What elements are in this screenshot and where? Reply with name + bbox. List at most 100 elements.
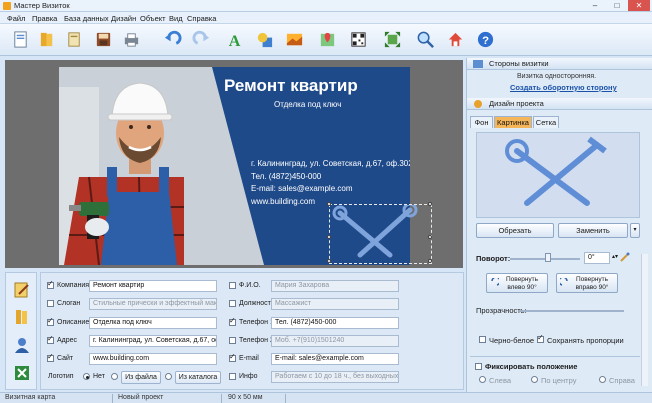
resize-handle[interactable] xyxy=(327,235,331,239)
menu-help[interactable]: Справка xyxy=(187,14,216,23)
card-address[interactable]: г. Калининград, ул. Советская, д.67, оф.… xyxy=(251,159,410,168)
info-input[interactable]: Работаем с 10 до 18 ч., без выходных xyxy=(271,371,399,383)
sides-section-header[interactable]: Стороны визитки xyxy=(467,58,652,70)
pos-center-radio[interactable] xyxy=(531,376,538,383)
close-button[interactable]: ✕ xyxy=(628,0,650,11)
palette-icon xyxy=(474,100,482,108)
menu-object[interactable]: Объект xyxy=(140,14,166,23)
publish-icon[interactable] xyxy=(444,28,466,50)
company-input[interactable]: Ремонт квартир xyxy=(89,280,217,292)
pos-center-label: По центру xyxy=(541,376,577,385)
resize-handle[interactable] xyxy=(327,259,331,263)
logo-file-radio[interactable] xyxy=(111,373,118,380)
resize-handle[interactable] xyxy=(327,202,331,206)
minimize-button[interactable]: – xyxy=(584,0,606,11)
card-phone[interactable]: Тел. (4872)450-000 xyxy=(251,172,321,181)
menu-database[interactable]: База данных xyxy=(64,14,109,23)
company-checkbox[interactable] xyxy=(47,279,54,289)
phone1-checkbox[interactable] xyxy=(229,316,236,326)
pos-right-radio[interactable] xyxy=(599,376,606,383)
create-back-link[interactable]: Создать оборотную сторону xyxy=(510,83,617,92)
slogan-checkbox[interactable] xyxy=(47,300,54,307)
logo-from-file-button[interactable]: Из файла xyxy=(121,371,161,384)
resize-handle[interactable] xyxy=(428,235,432,239)
phone1-input[interactable]: Тел. (4872)450-000 xyxy=(271,317,399,329)
logo-from-catalog-button[interactable]: Из каталога xyxy=(175,371,221,384)
rotation-slider-thumb[interactable] xyxy=(545,253,551,262)
name-input[interactable]: Мария Захарова xyxy=(271,280,399,292)
tab-picture[interactable]: Картинка xyxy=(494,116,532,128)
tab-background[interactable]: Фон xyxy=(470,116,493,128)
resize-handle[interactable] xyxy=(428,202,432,206)
card-heading[interactable]: Ремонт квартир xyxy=(224,76,358,96)
logo-none-radio[interactable] xyxy=(83,373,90,380)
pos-right-label: Справа xyxy=(609,376,635,385)
email-checkbox[interactable] xyxy=(229,352,236,362)
right-panel-scrollbar[interactable] xyxy=(641,254,648,386)
menu-view[interactable]: Вид xyxy=(169,14,183,23)
menu-design[interactable]: Дизайн xyxy=(111,14,136,23)
info-label: Инфо xyxy=(239,373,258,380)
rotation-value-input[interactable]: 0° xyxy=(584,252,610,264)
card-site[interactable]: www.building.com xyxy=(251,197,315,206)
template-icon[interactable] xyxy=(63,28,85,50)
bw-checkbox[interactable] xyxy=(479,336,486,343)
menu-file[interactable]: Файл xyxy=(7,14,25,23)
print-icon[interactable] xyxy=(120,28,142,50)
contacts-icon[interactable] xyxy=(11,334,33,356)
selected-image-frame[interactable] xyxy=(327,202,432,264)
field-row-email: E-mail E-mail: sales@example.com xyxy=(227,352,463,365)
crop-button[interactable]: Обрезать xyxy=(476,223,554,238)
help-icon[interactable]: ? xyxy=(474,28,496,50)
replace-button[interactable]: Заменить xyxy=(558,223,628,238)
excel-icon[interactable] xyxy=(11,362,33,384)
slogan-label: Слоган xyxy=(57,300,81,307)
card-fields-form: Компания Ремонт квартир Слоган Стильные … xyxy=(40,272,464,390)
replace-dropdown-button[interactable]: ▾ xyxy=(630,223,640,238)
map-icon[interactable] xyxy=(316,28,338,50)
phone2-input[interactable]: Моб. +7(910)1501240 xyxy=(271,335,399,347)
text-icon[interactable]: A xyxy=(223,28,245,50)
address-checkbox[interactable] xyxy=(47,334,54,344)
fix-position-checkbox[interactable] xyxy=(475,363,482,370)
info-checkbox[interactable] xyxy=(229,373,236,380)
pos-left-radio[interactable] xyxy=(479,376,486,383)
qr-icon[interactable] xyxy=(347,28,369,50)
shape-icon[interactable] xyxy=(253,28,275,50)
address-input[interactable]: г. Калининград, ул. Советская, д.67, оф.… xyxy=(89,335,217,347)
fit-icon[interactable] xyxy=(381,28,403,50)
redo-icon[interactable] xyxy=(190,28,212,50)
open-icon[interactable] xyxy=(36,28,58,50)
edit-text-icon[interactable] xyxy=(11,279,33,301)
description-input[interactable]: Отделка под ключ xyxy=(89,317,217,329)
logo-catalog-radio[interactable] xyxy=(165,373,172,380)
book-icon[interactable] xyxy=(11,306,33,328)
menu-edit[interactable]: Правка xyxy=(32,14,57,23)
position-input[interactable]: Массажист xyxy=(271,298,399,310)
new-icon[interactable] xyxy=(9,28,31,50)
keep-proportions-checkbox[interactable] xyxy=(537,333,544,343)
design-section-header[interactable]: Дизайн проекта xyxy=(467,98,652,110)
svg-text:A: A xyxy=(228,33,240,49)
zoom-icon[interactable] xyxy=(414,28,436,50)
save-icon[interactable] xyxy=(92,28,114,50)
tab-grid[interactable]: Сетка xyxy=(533,116,559,128)
name-checkbox[interactable] xyxy=(229,282,236,289)
slogan-input[interactable]: Стильные прически и эффектный макияж xyxy=(89,298,217,310)
reset-rotation-icon[interactable] xyxy=(620,252,630,262)
site-checkbox[interactable] xyxy=(47,352,54,362)
rotation-spinner[interactable]: ▴▾ xyxy=(612,253,618,260)
maximize-button[interactable]: □ xyxy=(606,0,628,11)
position-checkbox[interactable] xyxy=(229,300,236,307)
phone2-checkbox[interactable] xyxy=(229,337,236,344)
image-icon[interactable] xyxy=(283,28,305,50)
site-input[interactable]: www.building.com xyxy=(89,353,217,365)
field-row-site: Сайт www.building.com xyxy=(45,352,255,365)
description-checkbox[interactable] xyxy=(47,316,54,326)
email-input[interactable]: E-mail: sales@example.com xyxy=(271,353,399,365)
card-subheading[interactable]: Отделка под ключ xyxy=(274,100,341,109)
transparency-slider[interactable] xyxy=(520,310,624,312)
undo-icon[interactable] xyxy=(161,28,183,50)
resize-handle[interactable] xyxy=(428,259,432,263)
card-email[interactable]: E-mail: sales@example.com xyxy=(251,184,352,193)
